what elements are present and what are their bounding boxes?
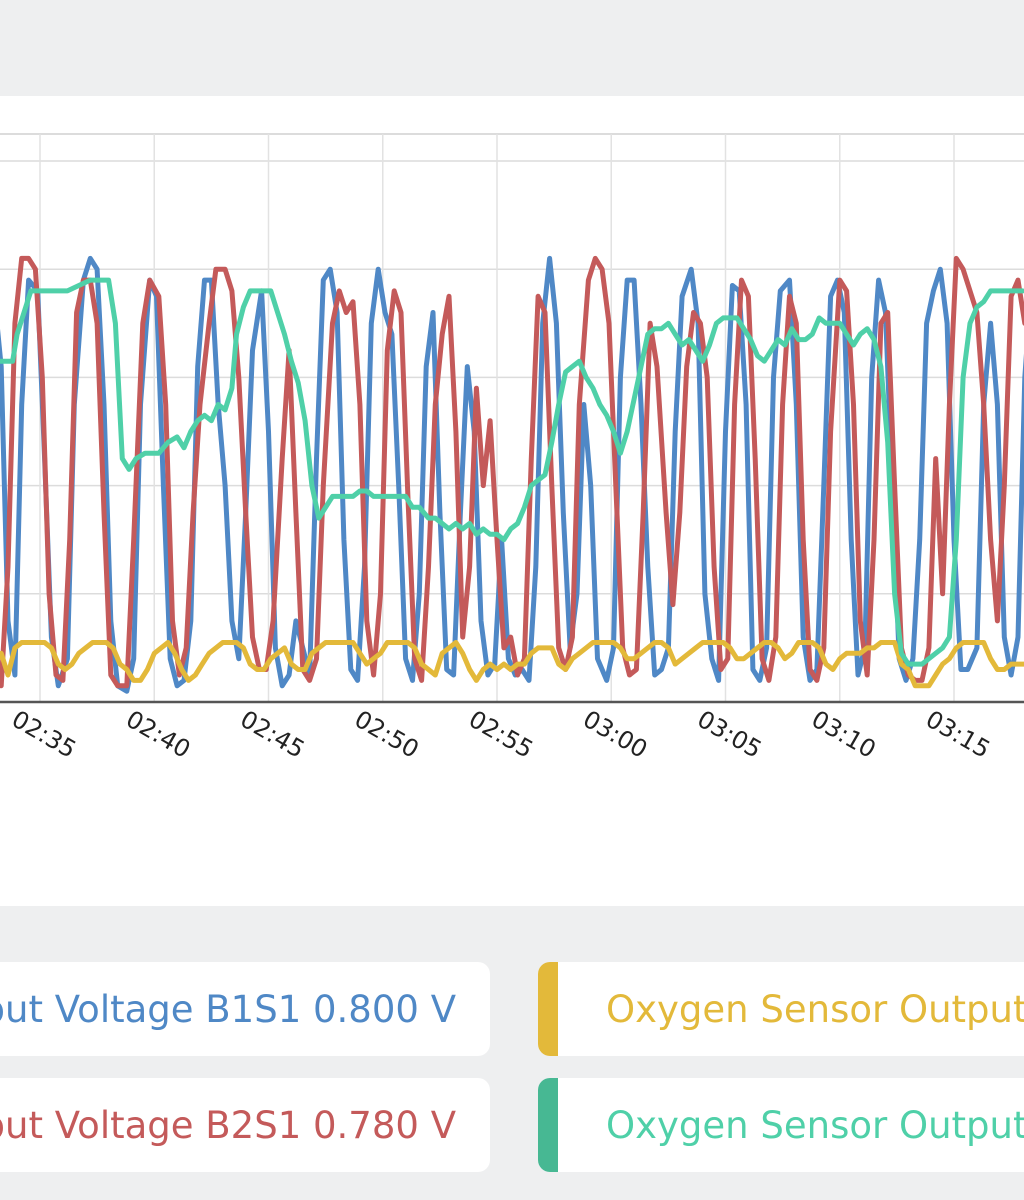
x-tick-label: 02:35: [7, 705, 81, 764]
voltage-line-chart: 02:35 02:40 02:45 02:50 02:55 03:00 03:05 03:10…: [0, 133, 1024, 764]
x-tick-label: 02:55: [464, 705, 538, 764]
legend-item-b2s1[interactable]: tput Voltage B2S1 0.780 V: [0, 1078, 490, 1172]
legend-label-b2s2: Oxygen Sensor Output V: [606, 1103, 1024, 1147]
x-tick-label: 03:10: [807, 705, 881, 764]
legend-label-b1s2: Oxygen Sensor Output V: [606, 987, 1024, 1031]
x-tick-label: 02:45: [236, 705, 310, 764]
x-tick-label: 03:05: [693, 705, 767, 764]
x-axis: 02:35 02:40 02:45 02:50 02:55 03:00 03:05 03:10…: [0, 700, 1024, 764]
x-tick-label: 02:40: [121, 705, 195, 764]
legend-item-b1s1[interactable]: tput Voltage B1S1 0.800 V: [0, 962, 490, 1056]
x-tick-label: 03:00: [578, 705, 652, 764]
legend-item-b2s2[interactable]: Oxygen Sensor Output V: [538, 1078, 1024, 1172]
legend-color-bar-b2s2: [538, 1078, 558, 1172]
legend-item-b1s2[interactable]: Oxygen Sensor Output V: [538, 962, 1024, 1056]
legend-label-b2s1: tput Voltage B2S1 0.780 V: [0, 1103, 456, 1147]
chart-card: 02:35 02:40 02:45 02:50 02:55 03:00 03:05 03:10…: [0, 96, 1024, 906]
legend-color-bar-b1s2: [538, 962, 558, 1056]
x-tick-label: 03:15: [921, 705, 995, 764]
x-tick-label: 02:50: [350, 705, 424, 764]
legend-label-b1s1: tput Voltage B1S1 0.800 V: [0, 987, 456, 1031]
